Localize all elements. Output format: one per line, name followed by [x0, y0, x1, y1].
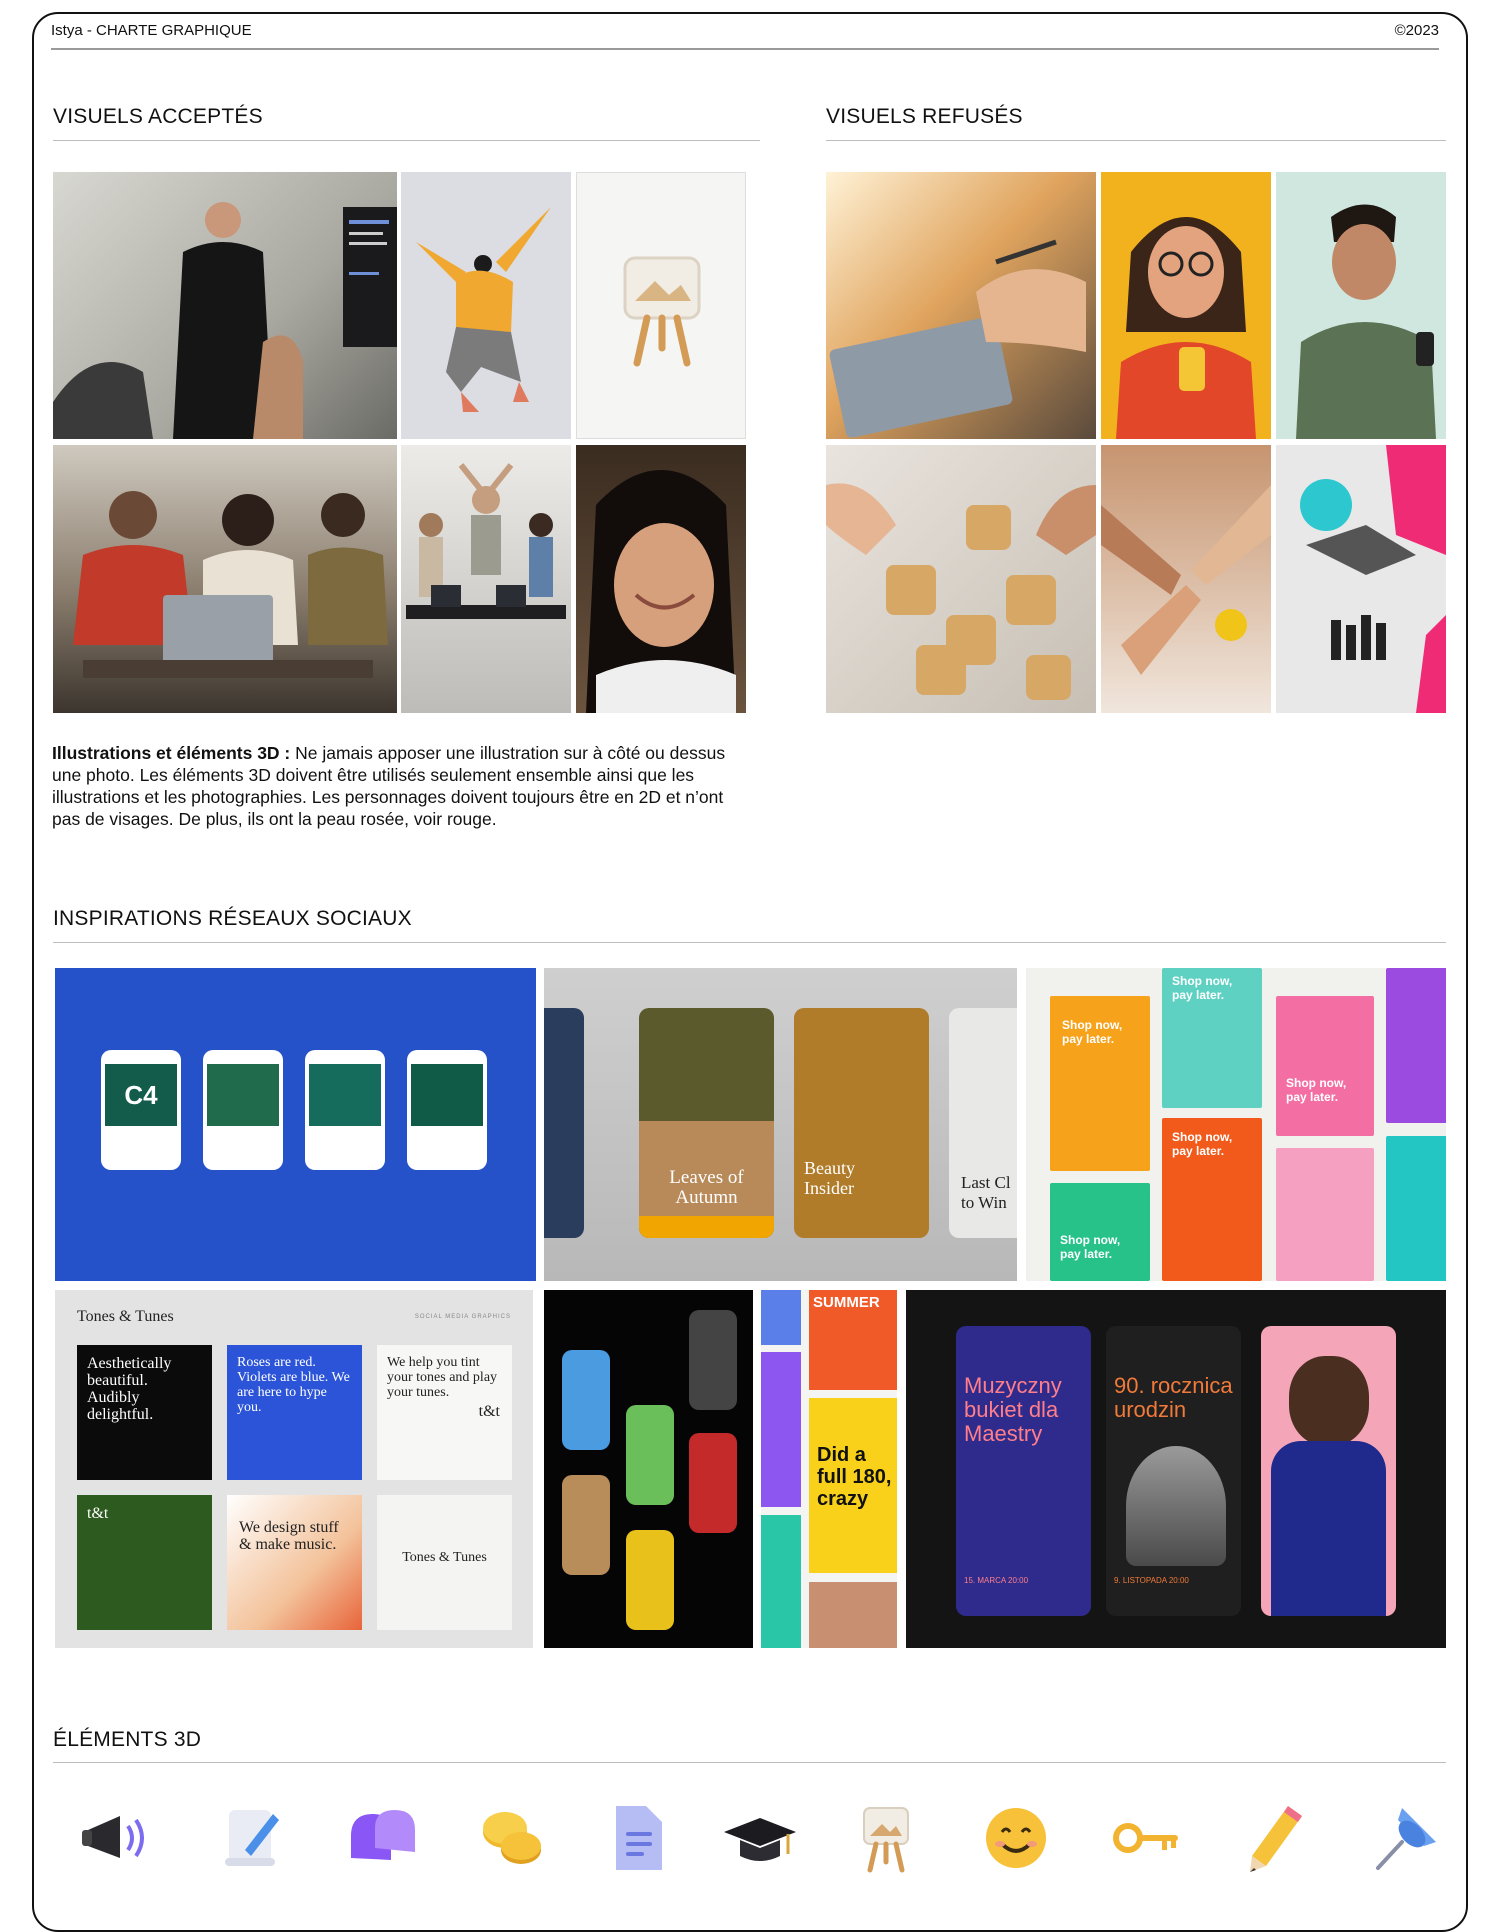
story-leaves: Leaves of Autumn	[639, 1008, 774, 1238]
c4-post-4	[407, 1050, 487, 1170]
header-divider	[51, 48, 1439, 50]
social-inspiration-phone-mockups	[544, 1290, 753, 1648]
shop-card-1: Shop now, pay later.	[1050, 996, 1150, 1171]
pencil-icon	[1236, 1800, 1312, 1876]
shop-card-5-text: Shop now, pay later.	[1060, 1233, 1121, 1261]
shop-card-3-text: Shop now, pay later.	[1286, 1076, 1347, 1104]
story-1	[544, 1008, 584, 1238]
did-text: Did a full 180, crazy	[817, 1444, 892, 1510]
accepted-divider	[53, 140, 760, 141]
c4-post-2	[203, 1050, 283, 1170]
social-inspiration-stories: Leaves of Autumn Beauty Insider Last Cl …	[544, 968, 1017, 1281]
shop-card-3: Shop now, pay later.	[1276, 996, 1374, 1136]
beauty-headline: Beauty Insider	[804, 1158, 855, 1198]
story-last: Last Cl to Win	[949, 1008, 1017, 1238]
last-headline: Last Cl to Win	[961, 1173, 1011, 1212]
tones-post-4-text: t&t	[87, 1505, 109, 1522]
tones-post-6: Tones & Tunes	[377, 1495, 512, 1630]
shop-card-2: Shop now, pay later.	[1162, 968, 1262, 1108]
photo-presenter	[53, 172, 397, 439]
megaphone-icon	[80, 1800, 156, 1876]
easel-icon	[848, 1800, 924, 1876]
easel-3d-tile	[576, 172, 746, 439]
concert-story-2-date: 9. LISTOPADA 20:00	[1114, 1576, 1189, 1585]
key-icon	[1110, 1800, 1186, 1876]
smiley-icon	[978, 1800, 1054, 1876]
tones-post-3: We help you tint your tones and play you…	[377, 1345, 512, 1480]
shop-card-4	[1386, 968, 1446, 1123]
copyright: ©2023	[1394, 22, 1439, 39]
social-inspiration-shop-now: Shop now, pay later. Shop now, pay later…	[1026, 968, 1446, 1281]
stock-photo-woman-glasses	[1101, 172, 1271, 439]
shop-card-2-text: Shop now, pay later.	[1172, 974, 1233, 1002]
social-inspiration-tones-tunes: Tones & Tunes SOCIAL MEDIA GRAPHICS Aest…	[55, 1290, 533, 1648]
social-inspiration-concert-stories: Muzyczny bukiet dla Maestry 15. MARCA 20…	[906, 1290, 1446, 1648]
tones-post-3-text: We help you tint your tones and play you…	[387, 1355, 498, 1400]
stock-photo-hands-laptop	[826, 172, 1096, 439]
chat-bubbles-icon	[345, 1800, 421, 1876]
accepted-title: VISUELS ACCEPTÉS	[53, 105, 263, 128]
story-beauty: Beauty Insider	[794, 1008, 929, 1238]
guidelines-heading: Illustrations et éléments 3D :	[52, 743, 291, 763]
tones-post-3-logo: t&t	[478, 1403, 500, 1420]
summer-text: SUMMER	[813, 1294, 880, 1311]
tones-tagline: SOCIAL MEDIA GRAPHICS	[414, 1314, 511, 1320]
pushpin-icon	[1368, 1800, 1444, 1876]
stock-photo-handshake-collage	[1276, 445, 1446, 713]
concert-story-2: 90. rocznica urodzin 9. LISTOPADA 20:00	[1106, 1326, 1241, 1616]
c4-logo: C4	[105, 1064, 177, 1126]
illustration-jumping-person	[401, 172, 571, 439]
document-icon	[600, 1800, 676, 1876]
refused-divider	[826, 140, 1446, 141]
tones-post-5: We design stuff & make music.	[227, 1495, 362, 1630]
graduation-cap-icon	[722, 1800, 798, 1876]
shop-card-8	[1386, 1136, 1446, 1281]
tones-post-5-text: We design stuff & make music.	[239, 1519, 339, 1553]
scroll-quill-icon	[215, 1800, 291, 1876]
social-inspiration-c4: C4	[55, 968, 536, 1281]
stock-photo-teamwork-hands	[1101, 445, 1271, 713]
tones-brand: Tones & Tunes	[77, 1308, 174, 1325]
shop-card-1-text: Shop now, pay later.	[1062, 1018, 1123, 1046]
stock-photo-puzzle-hands	[826, 445, 1096, 713]
concert-story-1-date: 15. MARCA 20:00	[964, 1576, 1029, 1585]
tones-post-2-text: Roses are red. Violets are blue. We are …	[237, 1355, 350, 1415]
coins-icon	[475, 1800, 551, 1876]
shop-card-6: Shop now, pay later.	[1162, 1118, 1262, 1281]
shop-card-5: Shop now, pay later.	[1050, 1183, 1150, 1281]
c4-post-3	[305, 1050, 385, 1170]
photo-celebrating-office	[401, 445, 571, 713]
leaves-headline: Leaves of Autumn	[669, 1167, 744, 1208]
social-inspiration-colorful-stories: SUMMER Did a full 180, crazy	[761, 1290, 897, 1648]
photo-smiling-woman	[576, 445, 746, 713]
social-title: INSPIRATIONS RÉSEAUX SOCIAUX	[53, 907, 412, 930]
elements-3d-divider	[53, 1762, 1446, 1763]
elements-3d-title: ÉLÉMENTS 3D	[53, 1728, 202, 1751]
tones-post-2: Roses are red. Violets are blue. We are …	[227, 1345, 362, 1480]
shop-card-7	[1276, 1148, 1374, 1281]
refused-title: VISUELS REFUSÉS	[826, 105, 1023, 128]
concert-story-1: Muzyczny bukiet dla Maestry 15. MARCA 20…	[956, 1326, 1091, 1616]
tones-post-1: Aesthetically beautiful. Audibly delight…	[77, 1345, 212, 1480]
illustration-guidelines: Illustrations et éléments 3D : Ne jamais…	[52, 742, 752, 830]
concert-story-2-title: 90. rocznica urodzin	[1114, 1373, 1233, 1422]
shop-card-6-text: Shop now, pay later.	[1172, 1130, 1233, 1158]
tones-post-6-text: Tones & Tunes	[402, 1550, 487, 1565]
c4-post-1: C4	[101, 1050, 181, 1170]
stock-photo-man-phone	[1276, 172, 1446, 439]
social-divider	[53, 942, 1446, 943]
photo-group-laptops	[53, 445, 397, 713]
concert-story-3	[1261, 1326, 1396, 1616]
tones-post-4: t&t	[77, 1495, 212, 1630]
tones-post-1-text: Aesthetically beautiful. Audibly delight…	[87, 1355, 172, 1423]
concert-story-1-title: Muzyczny bukiet dla Maestry	[964, 1373, 1062, 1446]
document-title: Istya - CHARTE GRAPHIQUE	[51, 22, 252, 39]
